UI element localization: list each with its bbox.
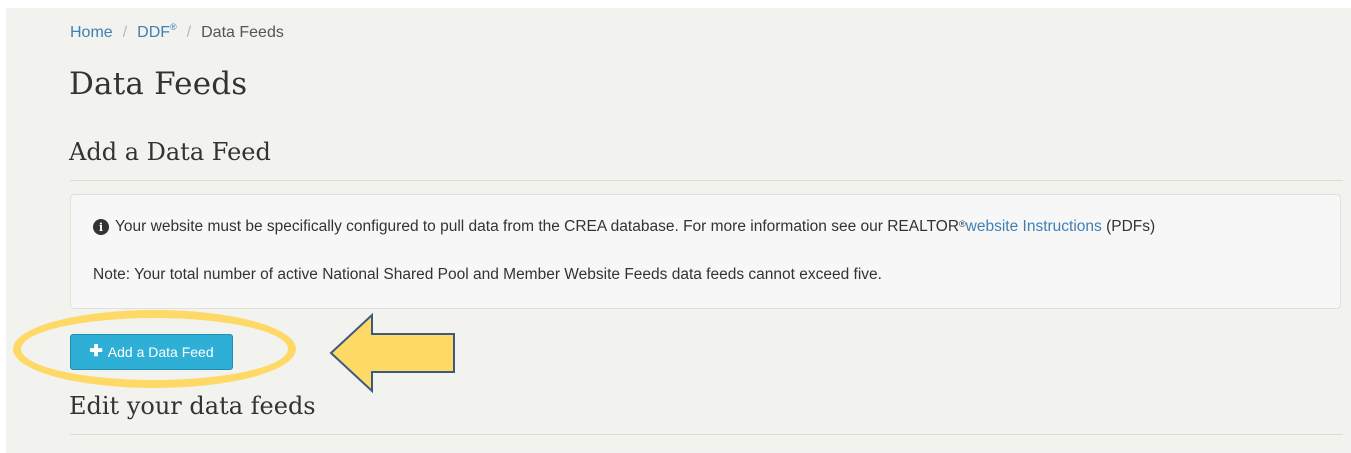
info-text: Your website must be specifically config… [115,218,960,235]
section-divider [70,434,1343,435]
page-title: Data Feeds [69,66,248,102]
website-instructions-link[interactable]: website Instructions [966,218,1102,236]
info-line-configuration: i Your website must be specifically conf… [93,218,1155,236]
breadcrumb-separator: / [122,24,128,41]
registered-mark: ® [170,22,177,32]
breadcrumb-separator: / [186,24,192,41]
breadcrumb-home-link[interactable]: Home [70,24,113,42]
breadcrumb-ddf-link[interactable]: DDF® [137,22,177,42]
edit-section-title: Edit your data feeds [69,392,316,420]
info-suffix: (PDFs) [1106,218,1156,235]
plus-icon: ✚ [89,343,103,360]
info-alert: i Your website must be specifically conf… [70,194,1341,309]
section-divider [70,180,1343,181]
breadcrumb: Home / DDF® / Data Feeds [70,22,284,42]
breadcrumb-ddf-label: DDF [137,24,171,41]
info-circle-icon: i [93,219,109,235]
add-data-feed-button[interactable]: ✚ Add a Data Feed [70,334,233,370]
left-arrow-annotation-icon [329,312,455,394]
page-frame: Home / DDF® / Data Feeds Data Feeds Add … [6,8,1351,453]
registered-mark: ® [959,219,966,229]
add-section-title: Add a Data Feed [69,138,271,166]
add-data-feed-label: Add a Data Feed [107,344,214,360]
breadcrumb-current: Data Feeds [201,24,284,41]
info-line-note: Note: Your total number of active Nation… [93,266,882,283]
